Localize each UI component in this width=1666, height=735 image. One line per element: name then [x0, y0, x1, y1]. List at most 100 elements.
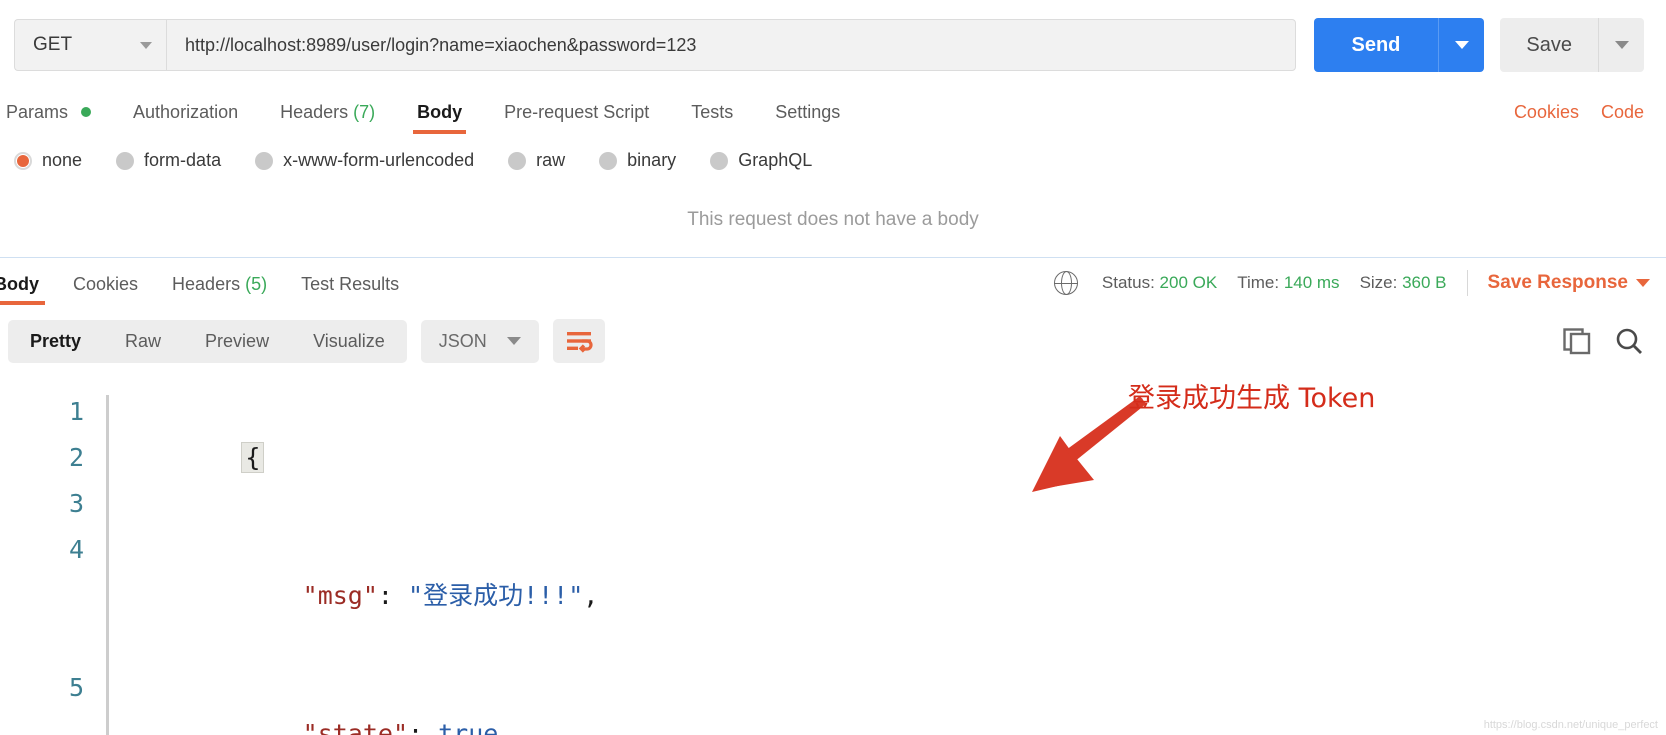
tab-tests-label: Tests: [691, 102, 734, 122]
json-value-state: true: [438, 719, 499, 735]
http-method-label: GET: [33, 34, 73, 55]
radio-icon: [14, 151, 32, 170]
tab-authorization[interactable]: Authorization: [133, 102, 238, 134]
body-type-binary[interactable]: binary: [599, 150, 676, 171]
request-tabs: Params Authorization Headers (7) Body Pr…: [0, 88, 1666, 134]
save-response-button[interactable]: Save Response: [1488, 272, 1628, 294]
body-type-raw[interactable]: raw: [508, 150, 565, 171]
size-value: 360 B: [1402, 273, 1447, 292]
body-type-none[interactable]: none: [14, 150, 82, 171]
json-lines: { "msg": "登录成功!!!", "state": true, "toke…: [106, 389, 1666, 735]
chevron-down-icon: [140, 41, 152, 49]
send-button-group: Send: [1313, 18, 1485, 72]
body-type-none-label: none: [42, 150, 83, 170]
request-tabs-actions: Cookies Code: [1514, 102, 1644, 134]
json-open-brace: {: [241, 442, 265, 473]
body-type-raw-label: raw: [536, 150, 566, 170]
format-label: JSON: [438, 330, 487, 351]
tab-body-label: Body: [417, 102, 463, 122]
tab-params[interactable]: Params: [6, 102, 92, 134]
line-number: 3: [68, 489, 84, 518]
json-key-state: "state": [302, 719, 408, 735]
url-input[interactable]: http://localhost:8989/user/login?name=xi…: [166, 19, 1296, 71]
line-number: 1: [68, 397, 84, 426]
tab-headers-count: (7): [353, 102, 376, 122]
body-type-binary-label: binary: [627, 150, 677, 170]
radio-icon: [508, 151, 527, 170]
response-tab-cookies-label: Cookies: [73, 274, 139, 294]
tab-headers[interactable]: Headers (7): [280, 102, 375, 134]
time-metric: Time: 140 ms: [1237, 273, 1339, 293]
line-number: 4: [68, 535, 84, 564]
view-mode-raw[interactable]: Raw: [103, 320, 183, 363]
chevron-down-icon: [506, 337, 521, 345]
radio-icon: [710, 151, 729, 170]
body-type-urlencoded[interactable]: x-www-form-urlencoded: [255, 150, 474, 171]
cookies-link[interactable]: Cookies: [1514, 102, 1579, 123]
copy-icon[interactable]: [1562, 327, 1592, 355]
code-link[interactable]: Code: [1601, 102, 1644, 123]
json-comma: ,: [498, 719, 514, 735]
save-button-group: Save: [1500, 18, 1644, 72]
status-label: Status:: [1101, 273, 1155, 292]
response-tabs-bar: Body Cookies Headers (5) Test Results St…: [0, 257, 1666, 305]
http-method-select[interactable]: GET: [14, 19, 166, 71]
send-button[interactable]: Send: [1313, 18, 1439, 72]
tab-settings-label: Settings: [775, 102, 841, 122]
tab-body[interactable]: Body: [413, 102, 467, 134]
response-tab-test-results[interactable]: Test Results: [301, 274, 399, 305]
response-toolbar-actions: [1562, 326, 1644, 356]
annotation-text: 登录成功生成 Token: [1128, 383, 1376, 414]
response-body-viewer: 1 2 3 4 5 { "msg": "登录成功!!!", "state": t…: [0, 375, 1666, 735]
size-metric: Size: 360 B: [1360, 273, 1447, 293]
body-type-graphql[interactable]: GraphQL: [710, 150, 812, 171]
tab-settings[interactable]: Settings: [775, 102, 840, 134]
request-url-bar: GET http://localhost:8989/user/login?nam…: [0, 0, 1666, 88]
response-tab-headers-label: Headers: [172, 274, 241, 294]
wrap-lines-icon: [566, 332, 593, 353]
json-code-area[interactable]: 1 2 3 4 5 { "msg": "登录成功!!!", "state": t…: [0, 389, 1666, 735]
send-options-button[interactable]: [1438, 18, 1485, 72]
response-tab-body[interactable]: Body: [0, 274, 45, 305]
json-line-1: {: [106, 389, 1666, 527]
radio-icon: [599, 151, 618, 170]
view-mode-preview[interactable]: Preview: [183, 320, 291, 363]
response-view-toolbar: Pretty Raw Preview Visualize JSON: [0, 305, 1666, 375]
tab-tests[interactable]: Tests: [691, 102, 733, 134]
json-comma: ,: [583, 581, 599, 610]
body-type-urlencoded-label: x-www-form-urlencoded: [283, 150, 475, 170]
divider: [1466, 270, 1468, 296]
response-tab-headers[interactable]: Headers (5): [172, 274, 267, 305]
body-type-radio-group: none form-data x-www-form-urlencoded raw…: [0, 134, 1666, 187]
status-metric: Status: 200 OK: [1102, 273, 1217, 293]
chevron-down-icon[interactable]: [1636, 279, 1650, 287]
params-modified-dot-icon: [81, 107, 92, 117]
tab-authorization-label: Authorization: [133, 102, 239, 122]
line-number: 2: [68, 443, 84, 472]
view-mode-visualize[interactable]: Visualize: [291, 320, 407, 363]
size-label: Size:: [1359, 273, 1398, 292]
view-mode-pretty[interactable]: Pretty: [8, 320, 103, 363]
line-number: 5: [68, 673, 84, 702]
format-select[interactable]: JSON: [420, 319, 539, 363]
response-meta: Status: 200 OK Time: 140 ms Size: 360 B …: [1053, 270, 1650, 305]
view-mode-segmented-control: Pretty Raw Preview Visualize: [8, 319, 407, 363]
wrap-lines-button[interactable]: [552, 319, 605, 363]
empty-body-message: This request does not have a body: [687, 209, 979, 230]
json-line-2: "msg": "登录成功!!!",: [106, 527, 1666, 665]
json-key-msg: "msg": [302, 581, 378, 610]
tab-pre-request-script[interactable]: Pre-request Script: [504, 102, 649, 134]
save-button[interactable]: Save: [1500, 18, 1598, 72]
chevron-down-icon: [1614, 41, 1629, 49]
response-tab-test-results-label: Test Results: [301, 274, 400, 294]
response-tab-body-label: Body: [0, 274, 39, 294]
search-icon[interactable]: [1614, 326, 1644, 356]
body-type-form-data[interactable]: form-data: [116, 150, 221, 171]
code-fold-bar: [106, 395, 109, 735]
time-label: Time:: [1237, 273, 1280, 292]
response-tab-cookies[interactable]: Cookies: [73, 274, 138, 305]
save-options-button[interactable]: [1598, 18, 1644, 72]
watermark: https://blog.csdn.net/unique_perfect: [1483, 719, 1658, 731]
tab-pre-request-script-label: Pre-request Script: [504, 102, 650, 122]
json-colon: :: [377, 581, 409, 610]
